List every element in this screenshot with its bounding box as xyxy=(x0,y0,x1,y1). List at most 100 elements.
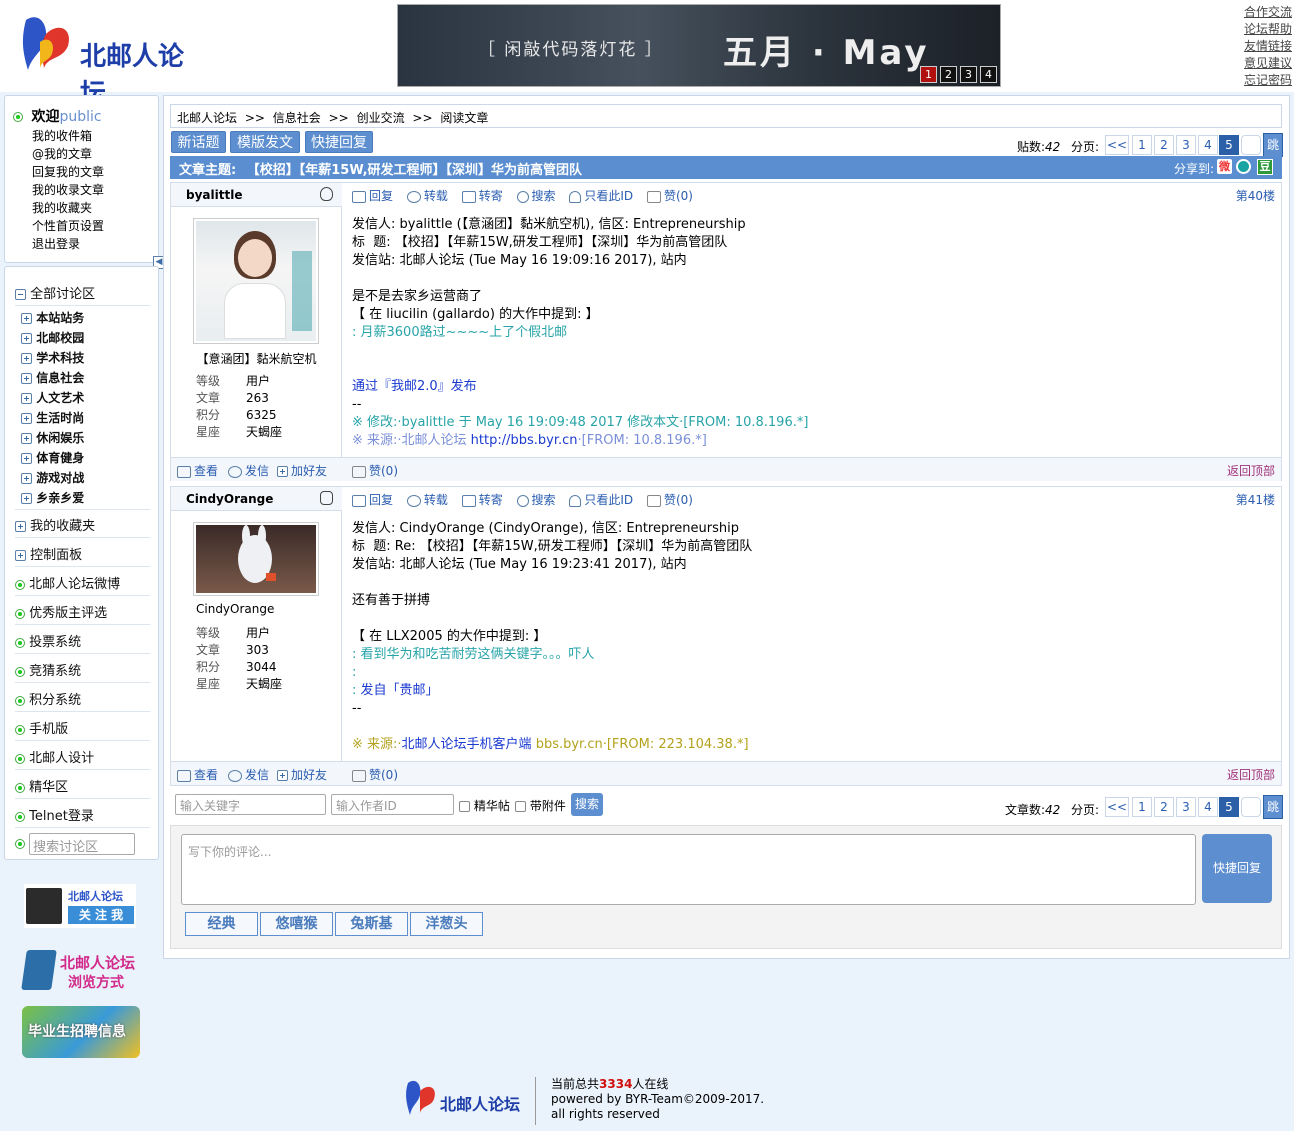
page-button-current[interactable]: 5 xyxy=(1219,135,1239,155)
nav-section[interactable]: 学术科技 xyxy=(21,349,156,366)
page-button[interactable]: 2 xyxy=(1154,797,1174,817)
nav-item[interactable]: 投票系统 xyxy=(15,631,150,650)
forward-action[interactable]: 转载 xyxy=(406,189,448,203)
link-collected[interactable]: 我的收录文章 xyxy=(32,181,104,199)
nav-section[interactable]: 人文艺术 xyxy=(21,389,156,406)
nav-item[interactable]: 积分系统 xyxy=(15,689,150,708)
add-friend-action[interactable]: 加好友 xyxy=(277,462,327,479)
client-link[interactable]: 发自「贵邮」 xyxy=(361,683,439,698)
nav-section[interactable]: 信息社会 xyxy=(21,369,156,386)
template-post-button[interactable]: 模版发文 xyxy=(230,131,300,153)
send-message-action[interactable]: 发信 xyxy=(228,462,269,479)
link-cooperation[interactable]: 合作交流 xyxy=(1240,4,1292,21)
follow-button[interactable]: 关 注 我 xyxy=(68,906,134,924)
emote-tab-monkey[interactable]: 悠嘻猴 xyxy=(260,912,333,936)
jobs-promo[interactable]: 毕业生招聘信息 xyxy=(22,1006,140,1058)
page-button[interactable]: 3 xyxy=(1176,797,1196,817)
add-friend-action[interactable]: 加好友 xyxy=(277,766,327,783)
site-logo[interactable]: 北邮人论坛 xyxy=(18,12,203,109)
mail-action[interactable]: 转寄 xyxy=(461,493,503,507)
like-action[interactable]: 赞(0) xyxy=(646,189,693,203)
link-settings[interactable]: 个性首页设置 xyxy=(32,217,104,235)
board-search-input[interactable]: 搜索讨论区 xyxy=(29,833,136,855)
page-button-current[interactable]: 5 xyxy=(1219,797,1239,817)
crumb-section[interactable]: 信息社会 xyxy=(273,111,321,125)
comment-textarea[interactable]: 写下你的评论... xyxy=(181,834,1196,905)
link-forgot-password[interactable]: 忘记密码 xyxy=(1240,72,1292,89)
prev-page-button[interactable]: << xyxy=(1105,135,1129,155)
digest-checkbox[interactable]: 精华帖 xyxy=(459,797,510,814)
nav-item[interactable]: 精华区 xyxy=(15,776,150,795)
nav-item[interactable]: 手机版 xyxy=(15,718,150,737)
send-message-action[interactable]: 发信 xyxy=(228,766,269,783)
attachment-checkbox[interactable]: 带附件 xyxy=(515,797,566,814)
crumb-board[interactable]: 创业交流 xyxy=(357,111,405,125)
nav-item[interactable]: 竞猜系统 xyxy=(15,660,150,679)
banner-page[interactable]: 1 xyxy=(920,66,937,83)
search-action[interactable]: 搜索 xyxy=(516,189,556,203)
username[interactable]: public xyxy=(59,109,101,125)
link-inbox[interactable]: 我的收件箱 xyxy=(32,127,104,145)
nav-section[interactable]: 游戏对战 xyxy=(21,469,156,486)
page-jump-button[interactable]: 跳 xyxy=(1263,133,1283,157)
author-name[interactable]: CindyOrange xyxy=(186,492,273,506)
crumb-home[interactable]: 北邮人论坛 xyxy=(177,111,237,125)
link-at-me[interactable]: @我的文章 xyxy=(32,145,104,163)
weibo-share-icon[interactable]: 微 xyxy=(1217,159,1232,174)
new-topic-button[interactable]: 新话题 xyxy=(171,131,226,153)
like-action[interactable]: 赞(0) xyxy=(352,462,398,479)
client-link[interactable]: 通过『我邮2.0』发布 xyxy=(352,378,808,396)
avatar[interactable] xyxy=(193,218,319,344)
nav-section[interactable]: 乡亲乡爱 xyxy=(21,489,156,506)
nav-item[interactable]: 优秀版主评选 xyxy=(15,602,150,621)
link-replies[interactable]: 回复我的文章 xyxy=(32,163,104,181)
only-author-action[interactable]: 只看此ID xyxy=(569,189,633,203)
nav-all-boards[interactable]: 全部讨论区 xyxy=(15,283,150,302)
banner[interactable]: ［ 闲敲代码落灯花 ］ 五月 · May 1 2 3 4 xyxy=(397,4,1001,87)
reply-action[interactable]: 回复 xyxy=(352,493,393,507)
like-action[interactable]: 赞(0) xyxy=(352,766,398,783)
page-button[interactable]: 1 xyxy=(1132,135,1152,155)
page-jump-input[interactable] xyxy=(1241,135,1261,155)
search-button[interactable]: 搜索 xyxy=(571,793,603,816)
quick-reply-submit-button[interactable]: 快捷回复 xyxy=(1202,834,1272,903)
page-button[interactable]: 4 xyxy=(1198,797,1218,817)
nav-favorites[interactable]: 我的收藏夹 xyxy=(15,515,150,534)
nav-section[interactable]: 本站站务 xyxy=(21,309,156,326)
banner-page[interactable]: 3 xyxy=(960,66,977,83)
douban-share-icon[interactable]: 豆 xyxy=(1257,159,1273,175)
emote-tab-onion[interactable]: 洋葱头 xyxy=(410,912,483,936)
page-jump-button[interactable]: 跳 xyxy=(1263,795,1283,819)
source-link[interactable]: http://bbs.byr.cn xyxy=(471,433,578,448)
link-friends[interactable]: 友情链接 xyxy=(1240,38,1292,55)
nav-item[interactable]: Telnet登录 xyxy=(15,805,150,824)
weibo-promo[interactable]: 北邮人论坛 关 注 我 xyxy=(24,884,136,928)
back-to-top-link[interactable]: 返回顶部 xyxy=(1227,766,1275,783)
link-favorites[interactable]: 我的收藏夹 xyxy=(32,199,104,217)
emote-tab-classic[interactable]: 经典 xyxy=(185,912,258,936)
author-search-input[interactable]: 输入作者ID xyxy=(331,794,454,815)
nav-section[interactable]: 北邮校园 xyxy=(21,329,156,346)
link-feedback[interactable]: 意见建议 xyxy=(1240,55,1292,72)
like-action[interactable]: 赞(0) xyxy=(646,493,693,507)
nav-section[interactable]: 休闲娱乐 xyxy=(21,429,156,446)
nav-section[interactable]: 体育健身 xyxy=(21,449,156,466)
link-help[interactable]: 论坛帮助 xyxy=(1240,21,1292,38)
nav-section[interactable]: 生活时尚 xyxy=(21,409,156,426)
author-name[interactable]: byalittle xyxy=(186,188,242,202)
nav-control-panel[interactable]: 控制面板 xyxy=(15,544,150,563)
page-button[interactable]: 3 xyxy=(1176,135,1196,155)
nav-item[interactable]: 北邮人论坛微博 xyxy=(15,573,150,592)
reply-action[interactable]: 回复 xyxy=(352,189,393,203)
page-button[interactable]: 4 xyxy=(1198,135,1218,155)
qzone-share-icon[interactable] xyxy=(1236,159,1251,174)
page-jump-input[interactable] xyxy=(1241,797,1261,817)
source-link[interactable]: 北邮人论坛手机客户端 xyxy=(402,737,532,752)
page-button[interactable]: 1 xyxy=(1132,797,1152,817)
avatar[interactable] xyxy=(193,522,319,596)
nav-item[interactable]: 北邮人设计 xyxy=(15,747,150,766)
emote-tab-rabbit[interactable]: 兔斯基 xyxy=(335,912,408,936)
banner-page[interactable]: 2 xyxy=(940,66,957,83)
page-button[interactable]: 2 xyxy=(1154,135,1174,155)
view-profile-action[interactable]: 查看 xyxy=(177,462,218,479)
